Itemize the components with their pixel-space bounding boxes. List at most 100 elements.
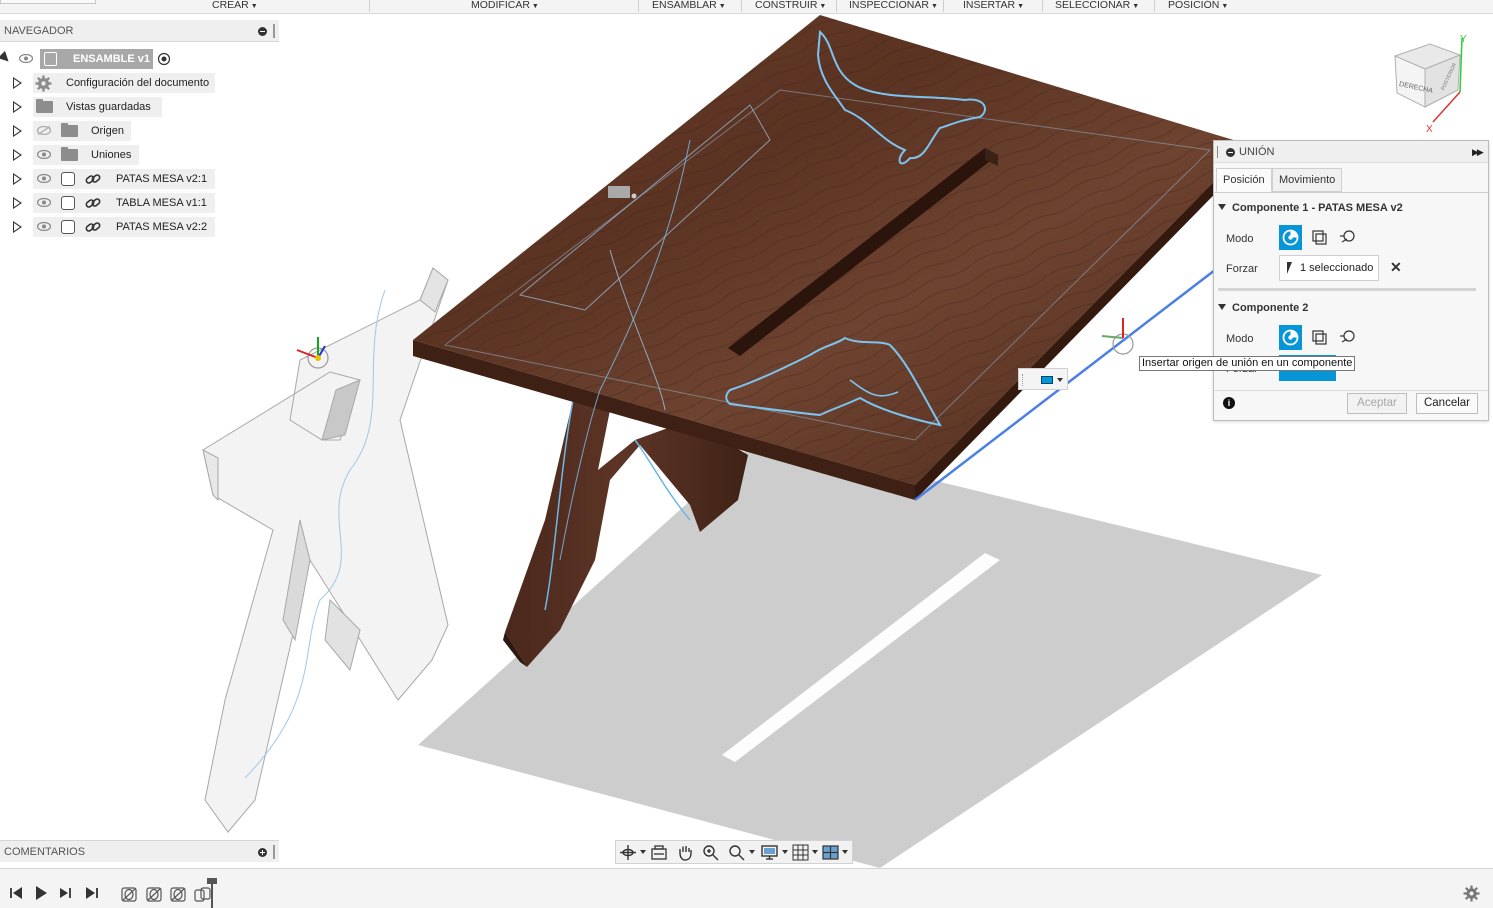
document-tab-stub[interactable] bbox=[0, 0, 96, 4]
menu-modificar[interactable]: MODIFICAR ▼ bbox=[471, 0, 539, 13]
ghost-leg[interactable] bbox=[202, 267, 449, 833]
expand-triangle-icon[interactable] bbox=[13, 101, 22, 113]
menu-inspeccionar[interactable]: INSPECCIONAR ▼ bbox=[849, 0, 938, 13]
joint-feature-icon[interactable] bbox=[145, 886, 163, 903]
toolbar-divider bbox=[1154, 0, 1155, 12]
go-to-start-icon[interactable] bbox=[8, 885, 24, 901]
tree-root-ensamble[interactable]: ENSAMBLE v1 bbox=[0, 49, 200, 69]
comments-panel-header[interactable]: COMENTARIOS bbox=[0, 840, 279, 862]
viewports-icon[interactable] bbox=[822, 844, 840, 861]
tree-item-label: TABLA MESA v1:1 bbox=[116, 197, 207, 209]
chevron-down-icon[interactable] bbox=[749, 850, 755, 854]
mode-between-button-2[interactable] bbox=[1308, 325, 1331, 350]
component-icon bbox=[61, 220, 75, 234]
tree-item-uniones[interactable]: Uniones bbox=[0, 145, 140, 165]
drag-handle[interactable] bbox=[273, 24, 275, 38]
mode-between-button[interactable] bbox=[1308, 225, 1331, 250]
chevron-down-icon: ▼ bbox=[250, 3, 258, 10]
collapse-icon[interactable] bbox=[258, 27, 267, 36]
timeline-marker[interactable] bbox=[207, 878, 217, 908]
chevron-down-icon[interactable] bbox=[842, 850, 848, 854]
menu-insertar[interactable]: INSERTAR ▼ bbox=[963, 0, 1024, 13]
display-settings-icon[interactable] bbox=[761, 844, 779, 861]
collapse-icon[interactable] bbox=[1226, 148, 1235, 157]
viewcube[interactable]: DERECHA POSTERIOR Y X bbox=[1393, 34, 1467, 135]
ok-button[interactable]: Aceptar bbox=[1347, 393, 1407, 414]
cancel-button[interactable]: Cancelar bbox=[1416, 393, 1478, 414]
chevron-down-icon: ▼ bbox=[718, 3, 726, 10]
tab-divider bbox=[1214, 192, 1488, 193]
expand-triangle-icon[interactable] bbox=[13, 197, 22, 209]
mode-hole-center-button-2[interactable] bbox=[1336, 325, 1359, 350]
menu-seleccionar-label: SELECCIONAR bbox=[1055, 0, 1131, 11]
select-filter-icon bbox=[1041, 376, 1053, 384]
joint-dialog-header[interactable]: UNIÓN ▶▶ bbox=[1214, 141, 1488, 163]
go-to-end-icon[interactable] bbox=[84, 885, 100, 901]
info-icon[interactable]: i bbox=[1223, 397, 1235, 409]
menu-seleccionar[interactable]: SELECCIONAR ▼ bbox=[1055, 0, 1139, 13]
zoom-fit-icon[interactable] bbox=[728, 844, 746, 861]
menu-ensamblar-label: ENSAMBLAR bbox=[652, 0, 717, 11]
activate-radio-icon[interactable] bbox=[157, 52, 171, 66]
expand-caret-icon[interactable] bbox=[0, 50, 13, 66]
eye-icon[interactable] bbox=[19, 54, 33, 63]
mode-hole-center-button[interactable] bbox=[1336, 225, 1359, 250]
eye-icon[interactable] bbox=[37, 198, 51, 207]
tree-item-patas-2[interactable]: PATAS MESA v2:2 bbox=[0, 217, 216, 237]
play-icon[interactable] bbox=[33, 885, 49, 901]
chevron-down-icon[interactable] bbox=[640, 850, 646, 854]
footer-divider bbox=[1214, 390, 1488, 391]
rigid-group-feature-icon[interactable] bbox=[193, 886, 211, 903]
expand-icon[interactable]: ▶▶ bbox=[1472, 147, 1484, 158]
eye-icon[interactable] bbox=[37, 150, 51, 159]
mode-simple-button[interactable] bbox=[1279, 225, 1302, 250]
look-at-icon[interactable] bbox=[650, 844, 668, 861]
grid-icon[interactable] bbox=[792, 844, 810, 861]
expand-triangle-icon[interactable] bbox=[13, 77, 22, 89]
menu-posicion[interactable]: POSICIÓN ▼ bbox=[1168, 0, 1228, 13]
pan-hand-icon[interactable] bbox=[676, 844, 694, 861]
tree-item-origen[interactable]: Origen bbox=[0, 121, 132, 141]
comments-title: COMENTARIOS bbox=[4, 846, 86, 858]
toolbar-divider bbox=[369, 0, 370, 12]
expand-triangle-icon[interactable] bbox=[13, 173, 22, 185]
drag-handle[interactable] bbox=[273, 845, 275, 859]
viewport-select-dropdown[interactable] bbox=[1018, 368, 1068, 390]
orbit-icon[interactable] bbox=[619, 844, 637, 861]
eye-icon[interactable] bbox=[37, 222, 51, 231]
tree-item-vistas[interactable]: Vistas guardadas bbox=[0, 97, 163, 117]
joint-origin-glyph-right[interactable] bbox=[1101, 318, 1134, 355]
drag-handle[interactable] bbox=[1217, 146, 1219, 158]
add-comment-icon[interactable] bbox=[258, 848, 267, 857]
tree-item-tabla[interactable]: TABLA MESA v1:1 bbox=[0, 193, 216, 213]
simple-mode-icon bbox=[1282, 229, 1299, 246]
eye-icon[interactable] bbox=[37, 174, 51, 183]
navigator-header[interactable]: NAVEGADOR bbox=[0, 20, 279, 42]
clear-selection-icon[interactable]: ✕ bbox=[1390, 259, 1402, 276]
menu-ensamblar[interactable]: ENSAMBLAR ▼ bbox=[652, 0, 726, 13]
step-forward-icon[interactable] bbox=[58, 885, 74, 901]
expand-triangle-icon[interactable] bbox=[13, 221, 22, 233]
expand-triangle-icon[interactable] bbox=[13, 149, 22, 161]
tree-item-config[interactable]: Configuración del documento bbox=[0, 73, 216, 93]
joint-feature-icon[interactable] bbox=[169, 886, 187, 903]
svg-text:Y: Y bbox=[1460, 34, 1467, 45]
tab-posicion[interactable]: Posición bbox=[1216, 168, 1272, 192]
component1-header[interactable]: Componente 1 - PATAS MESA v2 bbox=[1218, 202, 1403, 214]
chevron-down-icon[interactable] bbox=[812, 850, 818, 854]
eye-hidden-icon[interactable] bbox=[37, 126, 51, 135]
expand-triangle-icon[interactable] bbox=[13, 125, 22, 137]
menu-construir[interactable]: CONSTRUIR ▼ bbox=[755, 0, 826, 13]
joint-feature-icon[interactable] bbox=[120, 886, 138, 903]
mode-simple-button-2[interactable] bbox=[1279, 325, 1302, 350]
gear-icon[interactable] bbox=[1463, 885, 1480, 902]
gear-icon bbox=[35, 75, 52, 92]
component2-header[interactable]: Componente 2 bbox=[1218, 302, 1308, 314]
zoom-icon[interactable] bbox=[702, 844, 720, 861]
tab-movimiento[interactable]: Movimiento bbox=[1272, 168, 1343, 192]
menu-insertar-label: INSERTAR bbox=[963, 0, 1016, 11]
tree-item-patas-1[interactable]: PATAS MESA v2:1 bbox=[0, 169, 216, 189]
component1-snap-selection[interactable]: 1 seleccionado bbox=[1279, 255, 1379, 281]
menu-crear[interactable]: CREAR ▼ bbox=[212, 0, 258, 13]
chevron-down-icon[interactable] bbox=[782, 850, 788, 854]
